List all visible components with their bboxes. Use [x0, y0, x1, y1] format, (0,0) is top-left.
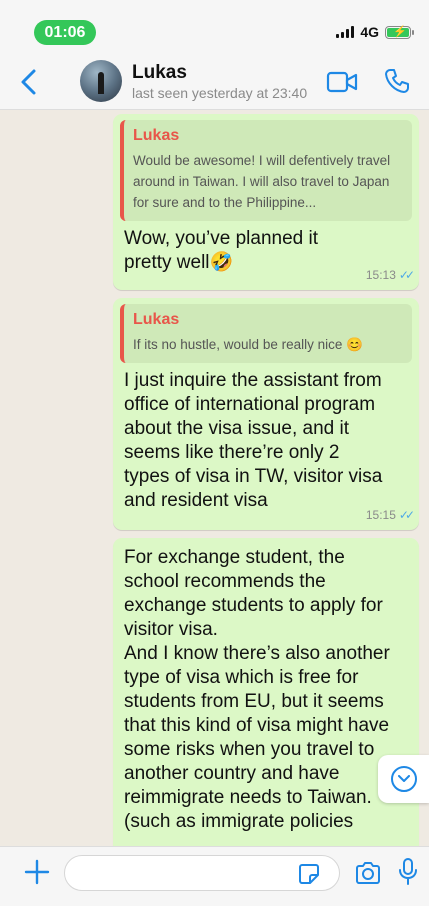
chat-area[interactable]: Lukas Would be awesome! I will defentive…	[0, 110, 429, 846]
plus-icon[interactable]	[24, 859, 50, 885]
contact-name[interactable]: Lukas	[132, 62, 187, 84]
message-time: 15:13	[365, 268, 396, 282]
quote-text: Would be awesome! I will defentively tra…	[133, 153, 391, 210]
chevron-down-icon	[390, 766, 417, 792]
message-bubble[interactable]: For exchange student, the school recomme…	[113, 538, 419, 846]
sticker-icon[interactable]	[298, 863, 320, 885]
quote-text: If its no hustle, would be really nice 😊	[133, 337, 363, 352]
message-text: Wow, you’ve planned it pretty well🤣	[124, 228, 318, 273]
network-label: 4G	[360, 24, 379, 40]
status-bar: 01:06 4G ⚡	[0, 0, 429, 54]
signal-icon	[336, 26, 355, 38]
message-bubble[interactable]: Lukas Would be awesome! I will defentive…	[113, 114, 419, 290]
last-seen-status: last seen yesterday at 23:40	[132, 85, 308, 101]
status-indicators: 4G ⚡	[336, 23, 414, 41]
back-chevron-icon[interactable]	[18, 68, 40, 96]
status-time: 01:06	[34, 20, 96, 45]
battery-charging-icon: ⚡	[385, 25, 414, 39]
microphone-icon[interactable]	[398, 857, 418, 887]
phone-icon[interactable]	[384, 68, 410, 94]
quote-author: Lukas	[133, 311, 180, 328]
message-meta: 15:13 ✓✓	[365, 268, 415, 282]
quote-author: Lukas	[133, 127, 180, 144]
message-bubble[interactable]: Lukas If its no hustle, would be really …	[113, 298, 419, 530]
input-bar	[0, 846, 429, 906]
video-camera-icon[interactable]	[326, 70, 358, 94]
quoted-reply[interactable]: Lukas If its no hustle, would be really …	[120, 304, 412, 363]
quoted-reply[interactable]: Lukas Would be awesome! I will defentive…	[120, 120, 412, 221]
scroll-to-bottom-button[interactable]	[378, 755, 429, 803]
message-text: For exchange student, the school recomme…	[124, 547, 390, 832]
read-ticks-icon: ✓✓	[398, 508, 415, 522]
message-text: I just inquire the assistant from office…	[124, 370, 383, 511]
message-meta: 15:15 ✓✓	[365, 508, 415, 522]
chat-header: Lukas last seen yesterday at 23:40	[0, 54, 429, 110]
message-time: 15:15	[365, 508, 396, 522]
avatar[interactable]	[80, 60, 122, 102]
read-ticks-icon: ✓✓	[398, 268, 415, 282]
camera-icon[interactable]	[354, 861, 382, 885]
